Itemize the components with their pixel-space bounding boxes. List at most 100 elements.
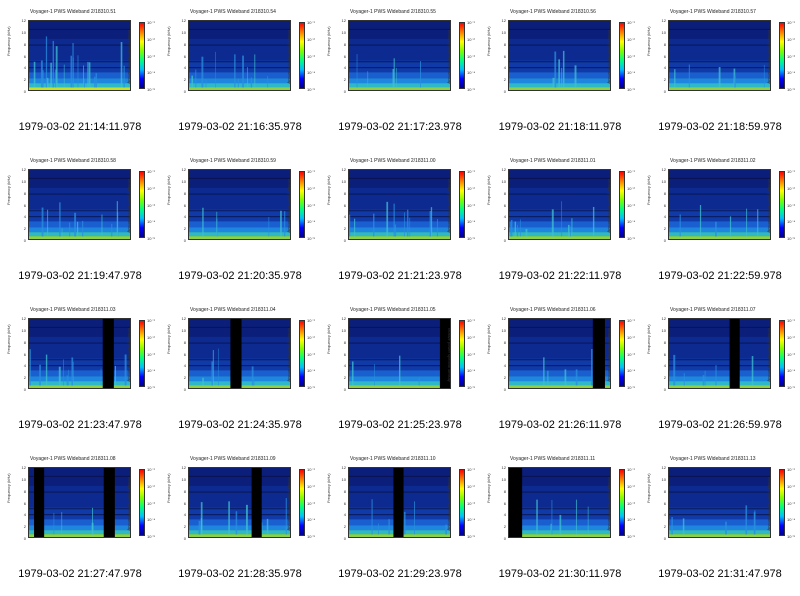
colorbar: [619, 171, 625, 238]
spectral-line: [349, 44, 450, 46]
spectrogram-thumbnail[interactable]: Voyager-1 PWS Wideband 2/18311.07 Frequen…: [640, 298, 800, 447]
plot-title: Voyager-1 PWS Wideband 2/18311.09: [190, 456, 276, 462]
colorbar-label: relative power spectral density: [287, 328, 292, 382]
spectrogram-thumbnail[interactable]: Voyager-1 PWS Wideband 2/18311.02 Frequen…: [640, 149, 800, 298]
colorbar: [459, 22, 465, 89]
colorbar-tick-label: 10⁻²: [467, 334, 475, 340]
colorbar-tick-label: 10⁻⁴: [787, 219, 796, 225]
emission-burst: [211, 361, 213, 388]
y-tick-label: 2: [343, 226, 346, 232]
y-axis-ticks: 12 10 8 6 4 2 0: [14, 18, 26, 94]
emission-burst: [393, 203, 395, 239]
emission-burst: [195, 69, 197, 90]
emission-burst: [74, 212, 77, 239]
y-axis-ticks: 12 10 8 6 4 2 0: [14, 465, 26, 541]
colorbar-tick-label: 10⁻⁴: [147, 517, 156, 523]
plot-title: Voyager-1 PWS Wideband 2/18310.51: [30, 9, 116, 15]
emission-burst: [50, 62, 52, 90]
y-tick-label: 10: [21, 327, 26, 333]
spectrogram-thumbnail[interactable]: Voyager-1 PWS Wideband 2/18311.13 Frequen…: [640, 447, 800, 596]
y-tick-label: 6: [183, 53, 186, 59]
y-axis-label: Frequency (kHz): [326, 324, 331, 354]
spectrogram-thumbnail[interactable]: Voyager-1 PWS Wideband 2/18311.10 Frequen…: [320, 447, 480, 596]
spectrogram-thumbnail[interactable]: Voyager-1 PWS Wideband 2/18310.56 Frequen…: [480, 0, 640, 149]
spectral-band: [349, 187, 450, 210]
y-axis-ticks: 12 10 8 6 4 2 0: [174, 465, 186, 541]
emission-burst: [72, 42, 74, 90]
emission-burst: [228, 501, 230, 537]
spectral-band: [29, 187, 130, 210]
colorbar: [459, 320, 465, 387]
plot-title: Voyager-1 PWS Wideband 2/18311.07: [670, 307, 756, 313]
plot-title: Voyager-1 PWS Wideband 2/18311.03: [30, 307, 116, 313]
y-axis-ticks: 12 10 8 6 4 2 0: [654, 18, 666, 94]
spectrogram-thumbnail[interactable]: Voyager-1 PWS Wideband 2/18311.09 Frequen…: [160, 447, 320, 596]
spectrogram-thumbnail[interactable]: Voyager-1 PWS Wideband 2/18311.03 Frequen…: [0, 298, 160, 447]
colorbar: [779, 469, 785, 536]
y-tick-label: 12: [181, 316, 186, 321]
thumbnail-grid: Voyager-1 PWS Wideband 2/18310.51 Frequen…: [0, 0, 800, 596]
spectrogram-thumbnail[interactable]: Voyager-1 PWS Wideband 2/18310.59 Frequen…: [160, 149, 320, 298]
spectrogram-plot: [668, 318, 771, 389]
spectrogram-thumbnail[interactable]: Voyager-1 PWS Wideband 2/18311.05 Frequen…: [320, 298, 480, 447]
spectrogram-thumbnail[interactable]: Voyager-1 PWS Wideband 2/18311.08 Frequen…: [0, 447, 160, 596]
colorbar-tick-label: 10⁻⁵: [627, 534, 636, 539]
y-tick-label: 2: [503, 226, 506, 232]
spectral-band: [509, 227, 610, 233]
spectrogram-thumbnail[interactable]: Voyager-1 PWS Wideband 2/18310.57 Frequen…: [640, 0, 800, 149]
spectrogram-thumbnail[interactable]: Voyager-1 PWS Wideband 2/18310.54 Frequen…: [160, 0, 320, 149]
colorbar-tick-label: 10⁻²: [787, 334, 795, 340]
colorbar: [779, 320, 785, 387]
y-tick-label: 6: [23, 202, 26, 208]
y-tick-label: 10: [181, 327, 186, 333]
y-tick-label: 12: [661, 465, 666, 470]
y-tick-label: 6: [183, 202, 186, 208]
emission-burst: [116, 201, 118, 239]
emission-burst: [47, 209, 49, 239]
colorbar-tick-label: 10⁻³: [307, 53, 315, 59]
spectrogram-thumbnail[interactable]: Voyager-1 PWS Wideband 2/18310.51 Frequen…: [0, 0, 160, 149]
colorbar-tick-label: 10⁻⁵: [467, 385, 476, 390]
spectrogram-thumbnail[interactable]: Voyager-1 PWS Wideband 2/18311.11 Frequen…: [480, 447, 640, 596]
spectral-line: [29, 67, 130, 69]
y-axis-ticks: 12 10 8 6 4 2 0: [654, 316, 666, 392]
low-frequency-band: [509, 236, 610, 239]
y-tick-label: 8: [343, 339, 346, 345]
spectral-band: [189, 485, 290, 508]
spectrogram-thumbnail[interactable]: Voyager-1 PWS Wideband 2/18310.58 Frequen…: [0, 149, 160, 298]
emission-burst: [551, 209, 554, 239]
timestamp-caption: 1979-03-02 21:19:47.978: [18, 270, 142, 282]
y-tick-label: 2: [183, 77, 186, 83]
spectrogram-thumbnail[interactable]: Voyager-1 PWS Wideband 2/18311.06 Frequen…: [480, 298, 640, 447]
y-tick-label: 12: [181, 465, 186, 470]
spectral-band: [29, 21, 130, 39]
emission-burst: [561, 67, 563, 90]
spectral-band: [189, 468, 290, 486]
colorbar-label: relative power spectral density: [767, 477, 772, 531]
y-tick-label: 10: [661, 327, 666, 333]
y-tick-label: 10: [661, 29, 666, 35]
spectral-band: [349, 38, 450, 61]
spectrogram-plot: [668, 169, 771, 240]
y-axis-ticks: 12 10 8 6 4 2 0: [14, 316, 26, 392]
y-tick-label: 6: [183, 500, 186, 506]
spectrogram-thumbnail[interactable]: Voyager-1 PWS Wideband 2/18311.01 Frequen…: [480, 149, 640, 298]
spectrogram-thumbnail[interactable]: Voyager-1 PWS Wideband 2/18311.00 Frequen…: [320, 149, 480, 298]
colorbar-tick-label: 10⁻⁴: [467, 368, 476, 374]
spectrogram-thumbnail[interactable]: Voyager-1 PWS Wideband 2/18310.55 Frequen…: [320, 0, 480, 149]
low-frequency-band: [189, 534, 290, 537]
spectral-band: [29, 38, 130, 61]
spectrogram-thumbnail[interactable]: Voyager-1 PWS Wideband 2/18311.04 Frequen…: [160, 298, 320, 447]
colorbar-tick-label: 10⁻²: [147, 483, 155, 489]
emission-burst: [212, 350, 214, 388]
spectral-band: [509, 170, 610, 188]
emission-burst: [715, 221, 717, 239]
spectral-band: [189, 232, 290, 237]
emission-burst: [68, 369, 69, 388]
colorbar-tick-label: 10⁻³: [627, 53, 635, 59]
y-tick-label: 10: [661, 178, 666, 184]
spectral-line: [189, 475, 290, 477]
y-axis-label: Frequency (kHz): [166, 324, 171, 354]
colorbar-tick-label: 10⁻¹: [787, 169, 795, 174]
y-axis-label: Frequency (kHz): [486, 26, 491, 56]
